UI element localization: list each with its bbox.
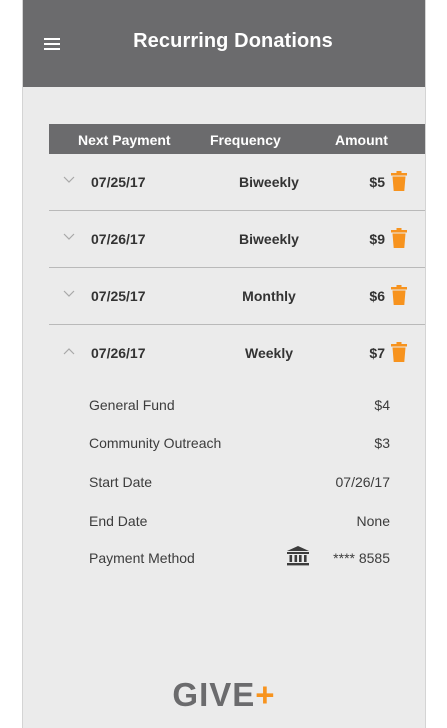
next-payment-date: 07/25/17 <box>91 174 146 190</box>
app-bar: Recurring Donations <box>23 0 425 87</box>
donation-row-expanded[interactable]: 07/26/17 Weekly $7 <box>49 325 425 382</box>
trash-icon[interactable] <box>391 228 407 248</box>
detail-label: General Fund <box>89 397 175 413</box>
chevron-down-icon[interactable] <box>63 176 75 184</box>
amount-value: $9 <box>369 231 385 247</box>
detail-value: None <box>356 513 390 529</box>
trash-icon[interactable] <box>391 342 407 362</box>
next-payment-date: 07/25/17 <box>91 288 146 304</box>
trash-icon[interactable] <box>391 285 407 305</box>
frequency-value: Biweekly <box>239 231 299 247</box>
chevron-up-icon[interactable] <box>63 347 75 355</box>
column-header-next-payment: Next Payment <box>78 132 171 148</box>
bank-icon <box>287 546 309 566</box>
donations-table-header: Next Payment Frequency Amount <box>49 124 425 154</box>
column-header-amount: Amount <box>335 132 388 148</box>
detail-value: 07/26/17 <box>335 474 391 490</box>
page-title: Recurring Donations <box>133 30 333 52</box>
amount-value: $7 <box>369 345 385 361</box>
detail-value: **** 8585 <box>333 550 390 566</box>
donation-row[interactable]: 07/26/17 Biweekly $9 <box>49 211 425 268</box>
detail-row-community-outreach: Community Outreach $3 <box>49 430 425 456</box>
donation-row[interactable]: 07/25/17 Monthly $6 <box>49 268 425 325</box>
column-header-frequency: Frequency <box>210 132 281 148</box>
detail-label: Start Date <box>89 474 153 490</box>
phone-screen: Recurring Donations Next Payment Frequen… <box>22 0 426 728</box>
detail-row-start-date: Start Date 07/26/17 <box>49 469 425 495</box>
detail-label: Payment Method <box>89 550 195 566</box>
frequency-value: Weekly <box>245 345 293 361</box>
detail-value: $3 <box>374 435 390 451</box>
detail-row-general-fund: General Fund $4 <box>49 392 425 418</box>
amount-value: $5 <box>369 174 385 190</box>
trash-icon[interactable] <box>391 171 407 191</box>
detail-row-end-date: End Date None <box>49 508 425 534</box>
detail-label: End Date <box>89 513 148 529</box>
next-payment-date: 07/26/17 <box>91 345 146 361</box>
logo-text: GIVE <box>172 676 256 713</box>
detail-value: $4 <box>374 397 390 413</box>
detail-row-payment-method[interactable]: Payment Method **** 8585 <box>49 545 425 571</box>
next-payment-date: 07/26/17 <box>91 231 146 247</box>
chevron-down-icon[interactable] <box>63 233 75 241</box>
chevron-down-icon[interactable] <box>63 290 75 298</box>
give-plus-logo: GIVE+ <box>23 676 425 714</box>
logo-plus: + <box>255 676 276 713</box>
frequency-value: Monthly <box>242 288 296 304</box>
amount-value: $6 <box>369 288 385 304</box>
detail-label: Community Outreach <box>89 435 222 451</box>
donation-row[interactable]: 07/25/17 Biweekly $5 <box>49 154 425 211</box>
frequency-value: Biweekly <box>239 174 299 190</box>
